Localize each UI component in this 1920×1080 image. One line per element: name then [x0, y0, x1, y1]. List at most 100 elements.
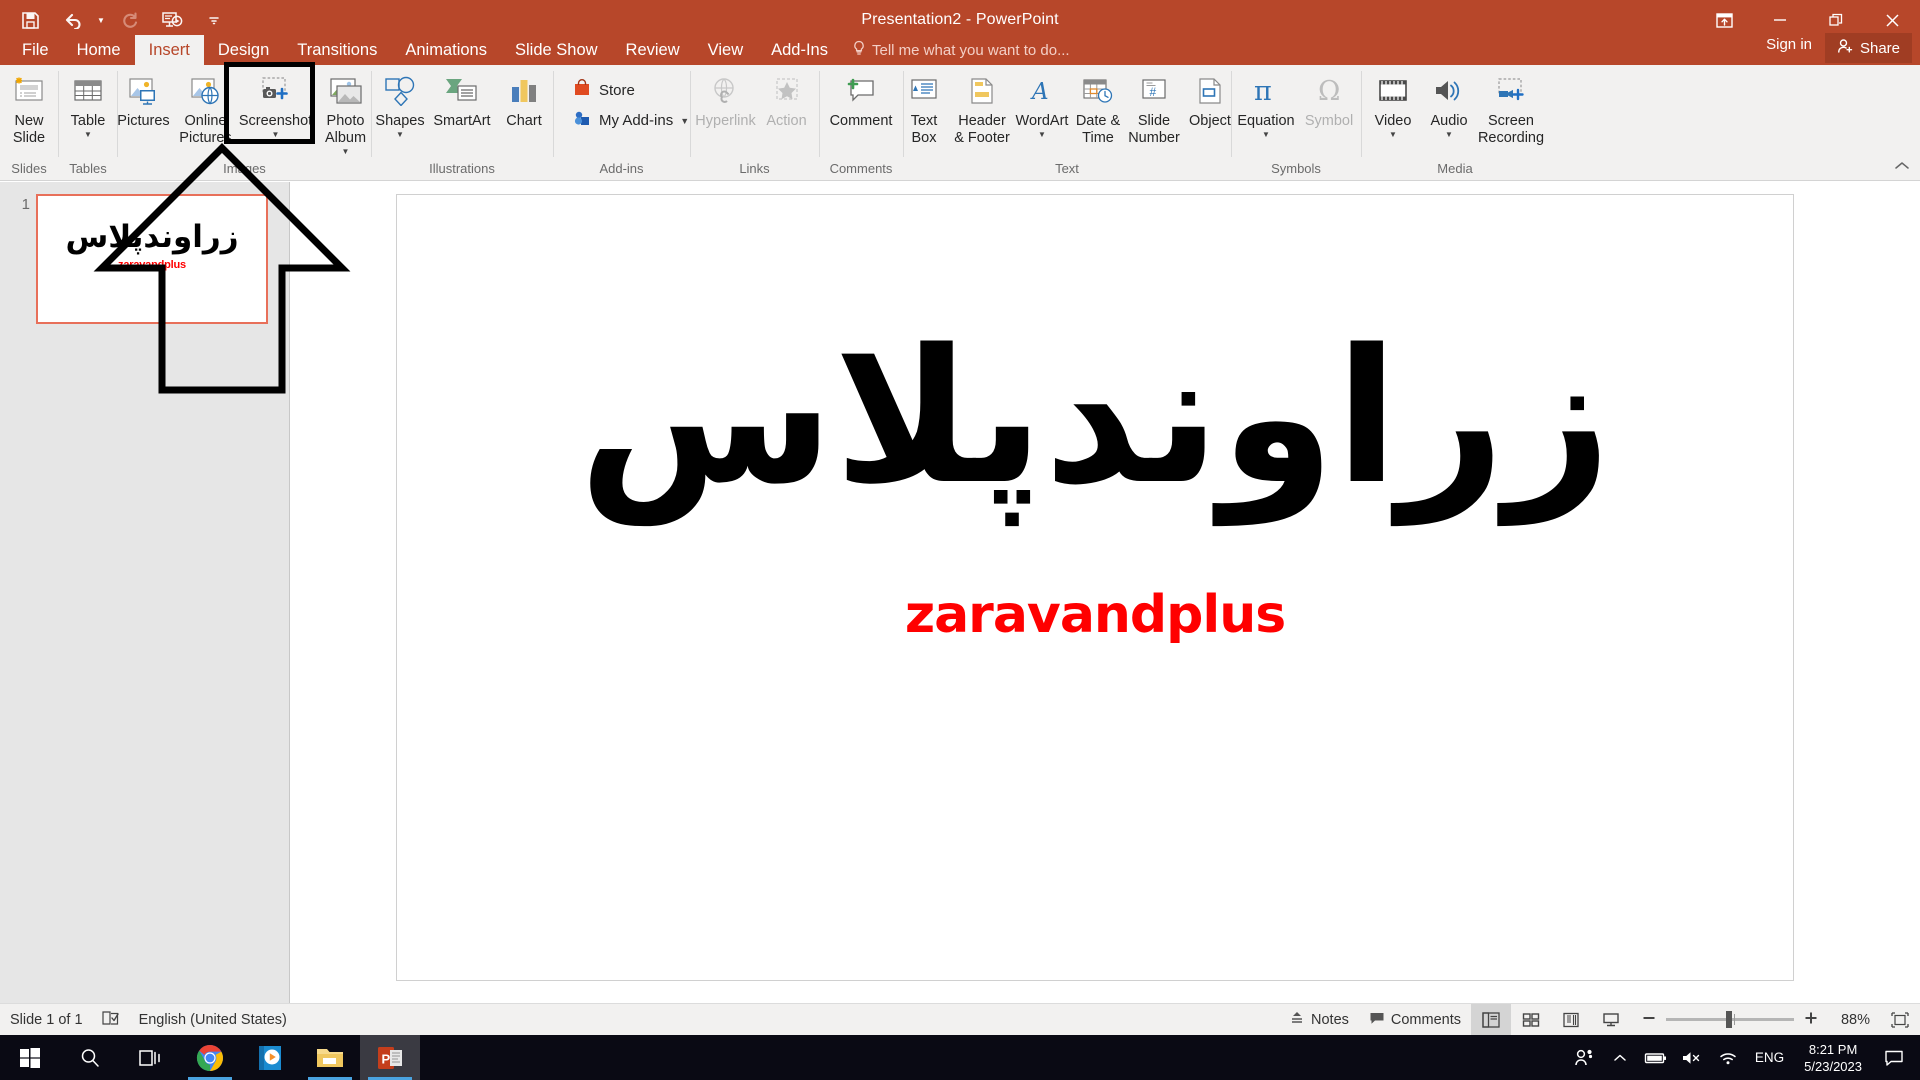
screen-recording-button[interactable]: Screen Recording	[1477, 65, 1545, 147]
tab-review[interactable]: Review	[612, 35, 694, 65]
zoom-slider-handle[interactable]	[1726, 1011, 1732, 1028]
redo-icon[interactable]	[110, 3, 150, 37]
customize-quick-access-toolbar-icon[interactable]	[194, 3, 234, 37]
audio-label: Audio	[1430, 113, 1468, 129]
action-button[interactable]: Action	[758, 65, 816, 130]
comments-button[interactable]: Comments	[1359, 1004, 1471, 1036]
tell-me-box[interactable]: Tell me what you want to do...	[842, 35, 1080, 65]
my-add-ins-button[interactable]: My Add-ins ▼	[566, 105, 695, 135]
text-box-button[interactable]: Text Box	[897, 65, 951, 147]
online-pictures-button[interactable]: Online Pictures	[175, 65, 237, 147]
slide-editing-surface[interactable]: زراوندپلاس zaravandplus	[396, 194, 1794, 981]
slide-show-button[interactable]	[1591, 1004, 1631, 1036]
tab-view[interactable]: View	[694, 35, 757, 65]
task-view-icon[interactable]	[120, 1035, 180, 1080]
new-slide-button[interactable]: New Slide	[0, 65, 60, 147]
show-hidden-icons-icon[interactable]	[1603, 1035, 1637, 1080]
media-player-taskbar-icon[interactable]	[240, 1035, 300, 1080]
tab-file[interactable]: File	[8, 35, 63, 65]
start-from-beginning-icon[interactable]	[152, 3, 192, 37]
language-label[interactable]: English (United States)	[139, 1012, 287, 1028]
equation-dropdown-icon[interactable]: ▼	[1262, 131, 1270, 139]
table-button[interactable]: Table ▼	[57, 65, 119, 139]
file-explorer-taskbar-icon[interactable]	[300, 1035, 360, 1080]
header-footer-button[interactable]: Header & Footer	[951, 65, 1013, 147]
zoom-control[interactable]: 88%	[1631, 1010, 1880, 1030]
shapes-dropdown-icon[interactable]: ▼	[396, 131, 404, 139]
table-dropdown-icon[interactable]: ▼	[84, 131, 92, 139]
tab-design[interactable]: Design	[204, 35, 283, 65]
tab-transitions[interactable]: Transitions	[283, 35, 391, 65]
ribbon: New Slide Slides Table ▼ Tables Pictures…	[0, 62, 1920, 181]
audio-button[interactable]: Audio ▼	[1421, 65, 1477, 139]
screenshot-dropdown-icon[interactable]: ▼	[272, 131, 280, 139]
slide-number-label-1: Slide	[1137, 113, 1171, 129]
reading-view-button[interactable]	[1551, 1004, 1591, 1036]
video-dropdown-icon[interactable]: ▼	[1389, 131, 1397, 139]
volume-muted-icon[interactable]	[1675, 1035, 1709, 1080]
shapes-button[interactable]: Shapes ▼	[369, 65, 431, 139]
date-time-button[interactable]: Date & Time	[1071, 65, 1125, 147]
undo-icon[interactable]	[52, 3, 92, 37]
zoom-in-button[interactable]	[1803, 1010, 1819, 1030]
clock-time: 8:21 PM	[1808, 1041, 1858, 1057]
photo-album-button[interactable]: Photo Album ▼	[315, 65, 377, 156]
notes-button[interactable]: Notes	[1279, 1004, 1359, 1036]
slide-thumbnail-1[interactable]: زراوندپلاس zaravandplus	[36, 194, 268, 324]
ribbon-group-add-ins: Store My Add-ins ▼ Add-ins	[554, 65, 689, 181]
zoom-percent-label[interactable]: 88%	[1828, 1012, 1870, 1028]
powerpoint-taskbar-icon[interactable]: P	[360, 1035, 420, 1080]
people-icon[interactable]	[1567, 1035, 1601, 1080]
network-icon[interactable]	[1711, 1035, 1745, 1080]
photo-album-dropdown-icon[interactable]: ▼	[342, 148, 350, 156]
my-add-ins-dropdown-icon[interactable]: ▼	[680, 116, 689, 125]
share-button[interactable]: Share	[1824, 33, 1912, 63]
collapse-ribbon-button[interactable]	[1894, 160, 1910, 175]
slide-canvas-area[interactable]: زراوندپلاس zaravandplus	[290, 182, 1920, 1015]
ribbon-group-label-illustrations: Illustrations	[429, 161, 495, 176]
chart-button[interactable]: Chart	[493, 65, 555, 130]
svg-text:π: π	[1254, 76, 1272, 106]
pictures-button[interactable]: Pictures	[113, 65, 175, 130]
store-button[interactable]: Store	[566, 75, 641, 105]
slide-number-button[interactable]: # Slide Number	[1125, 65, 1183, 147]
equation-label: Equation	[1237, 113, 1295, 129]
hyperlink-button[interactable]: Hyperlink	[694, 65, 758, 130]
tab-insert[interactable]: Insert	[134, 35, 204, 65]
sign-in-link[interactable]: Sign in	[1766, 36, 1812, 53]
video-button[interactable]: Video ▼	[1365, 65, 1421, 139]
action-center-icon[interactable]	[1874, 1035, 1914, 1080]
fit-slide-to-window-button[interactable]	[1880, 1004, 1920, 1036]
tab-home[interactable]: Home	[63, 35, 135, 65]
save-icon[interactable]	[10, 3, 50, 37]
slide-sorter-view-button[interactable]	[1511, 1004, 1551, 1036]
input-language-label[interactable]: ENG	[1747, 1050, 1792, 1065]
object-button[interactable]: Object	[1183, 65, 1237, 130]
audio-dropdown-icon[interactable]: ▼	[1445, 131, 1453, 139]
slide-thumbnail-pane[interactable]: 1 زراوندپلاس zaravandplus	[0, 182, 290, 1015]
comment-button[interactable]: Comment	[821, 65, 901, 130]
battery-icon[interactable]	[1639, 1035, 1673, 1080]
spelling-check-icon[interactable]	[101, 1010, 121, 1030]
chrome-taskbar-icon[interactable]	[180, 1035, 240, 1080]
tab-slide-show[interactable]: Slide Show	[501, 35, 612, 65]
clock[interactable]: 8:21 PM 5/23/2023	[1794, 1035, 1872, 1080]
zoom-slider[interactable]	[1666, 1011, 1794, 1028]
smartart-button[interactable]: SmartArt	[431, 65, 493, 130]
slide-count-label[interactable]: Slide 1 of 1	[10, 1012, 83, 1028]
wordart-dropdown-icon[interactable]: ▼	[1038, 131, 1046, 139]
screenshot-button[interactable]: Screenshot ▼	[237, 65, 315, 139]
clock-date: 5/23/2023	[1804, 1058, 1862, 1074]
search-icon[interactable]	[60, 1035, 120, 1080]
symbol-button[interactable]: Ω Symbol	[1299, 65, 1359, 130]
tab-add-ins[interactable]: Add-Ins	[757, 35, 842, 65]
normal-view-button[interactable]	[1471, 1003, 1511, 1036]
start-button[interactable]	[0, 1035, 60, 1080]
zoom-out-button[interactable]	[1641, 1010, 1657, 1030]
smartart-label: SmartArt	[433, 113, 491, 129]
equation-button[interactable]: π Equation ▼	[1233, 65, 1299, 139]
tab-animations[interactable]: Animations	[391, 35, 501, 65]
undo-dropdown-icon[interactable]: ▼	[94, 3, 108, 37]
action-icon	[771, 69, 803, 113]
wordart-button[interactable]: A WordArt ▼	[1013, 65, 1071, 139]
